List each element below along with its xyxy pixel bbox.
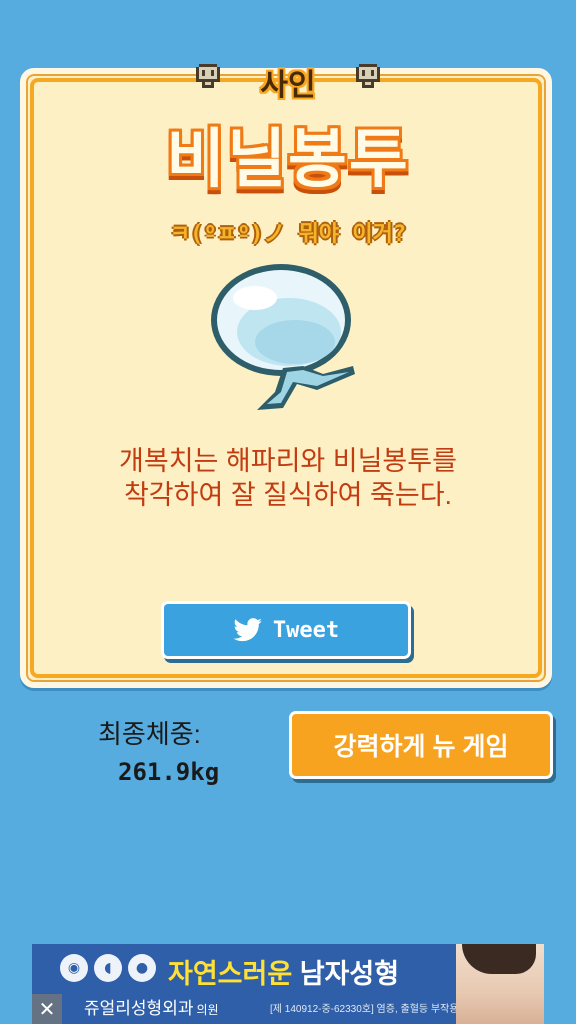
cause-of-death-label: 사인 xyxy=(260,68,316,103)
cause-subtitle: ㅋ(ºㅍº)ノ 뭐야 이거? xyxy=(169,222,407,247)
twitter-bird-icon xyxy=(233,618,262,642)
nose-icon: ◖ xyxy=(94,954,122,982)
tweet-button[interactable]: Tweet xyxy=(164,604,408,656)
ad-headline-highlight: 자연스러운 xyxy=(168,959,293,989)
final-weight-value: 261.9kg xyxy=(118,758,220,786)
tweet-label: Tweet xyxy=(272,617,340,643)
final-weight-label: 최종체중: xyxy=(98,719,201,749)
ad-fine-print: [제 140912-중-62330호] 염증, 출혈등 부작용 주의 xyxy=(270,1004,480,1015)
ad-banner[interactable]: ◉ ◖ ● 자연스러운 남자성형 쥬얼리성형외과 의원 [제 140912-중-6… xyxy=(32,944,544,1024)
face-icon: ● xyxy=(128,954,156,982)
new-game-label: 강력하게 뉴 게임 xyxy=(333,733,509,761)
eye-icon: ◉ xyxy=(60,954,88,982)
ad-model-photo xyxy=(456,944,544,1024)
ad-clinic: 쥬얼리성형외과 의원 xyxy=(84,994,219,1019)
cause-title: 비닐봉투 xyxy=(166,123,410,197)
close-icon[interactable]: ✕ xyxy=(32,994,62,1024)
new-game-button[interactable]: 강력하게 뉴 게임 xyxy=(292,714,550,776)
ad-clinic-name: 쥬얼리성형외과 xyxy=(84,999,194,1018)
ad-clinic-suffix: 의원 xyxy=(196,1003,219,1017)
ad-model-hair xyxy=(462,944,536,974)
plastic-bag-icon xyxy=(211,264,355,410)
cause-description: 개복치는 해파리와 비닐봉투를 착각하여 잘 질식하여 죽는다. xyxy=(119,446,457,510)
ad-icon-row: ◉ ◖ ● xyxy=(60,954,156,982)
ad-headline: 자연스러운 남자성형 xyxy=(168,952,399,991)
ad-headline-rest: 남자성형 xyxy=(292,959,400,989)
